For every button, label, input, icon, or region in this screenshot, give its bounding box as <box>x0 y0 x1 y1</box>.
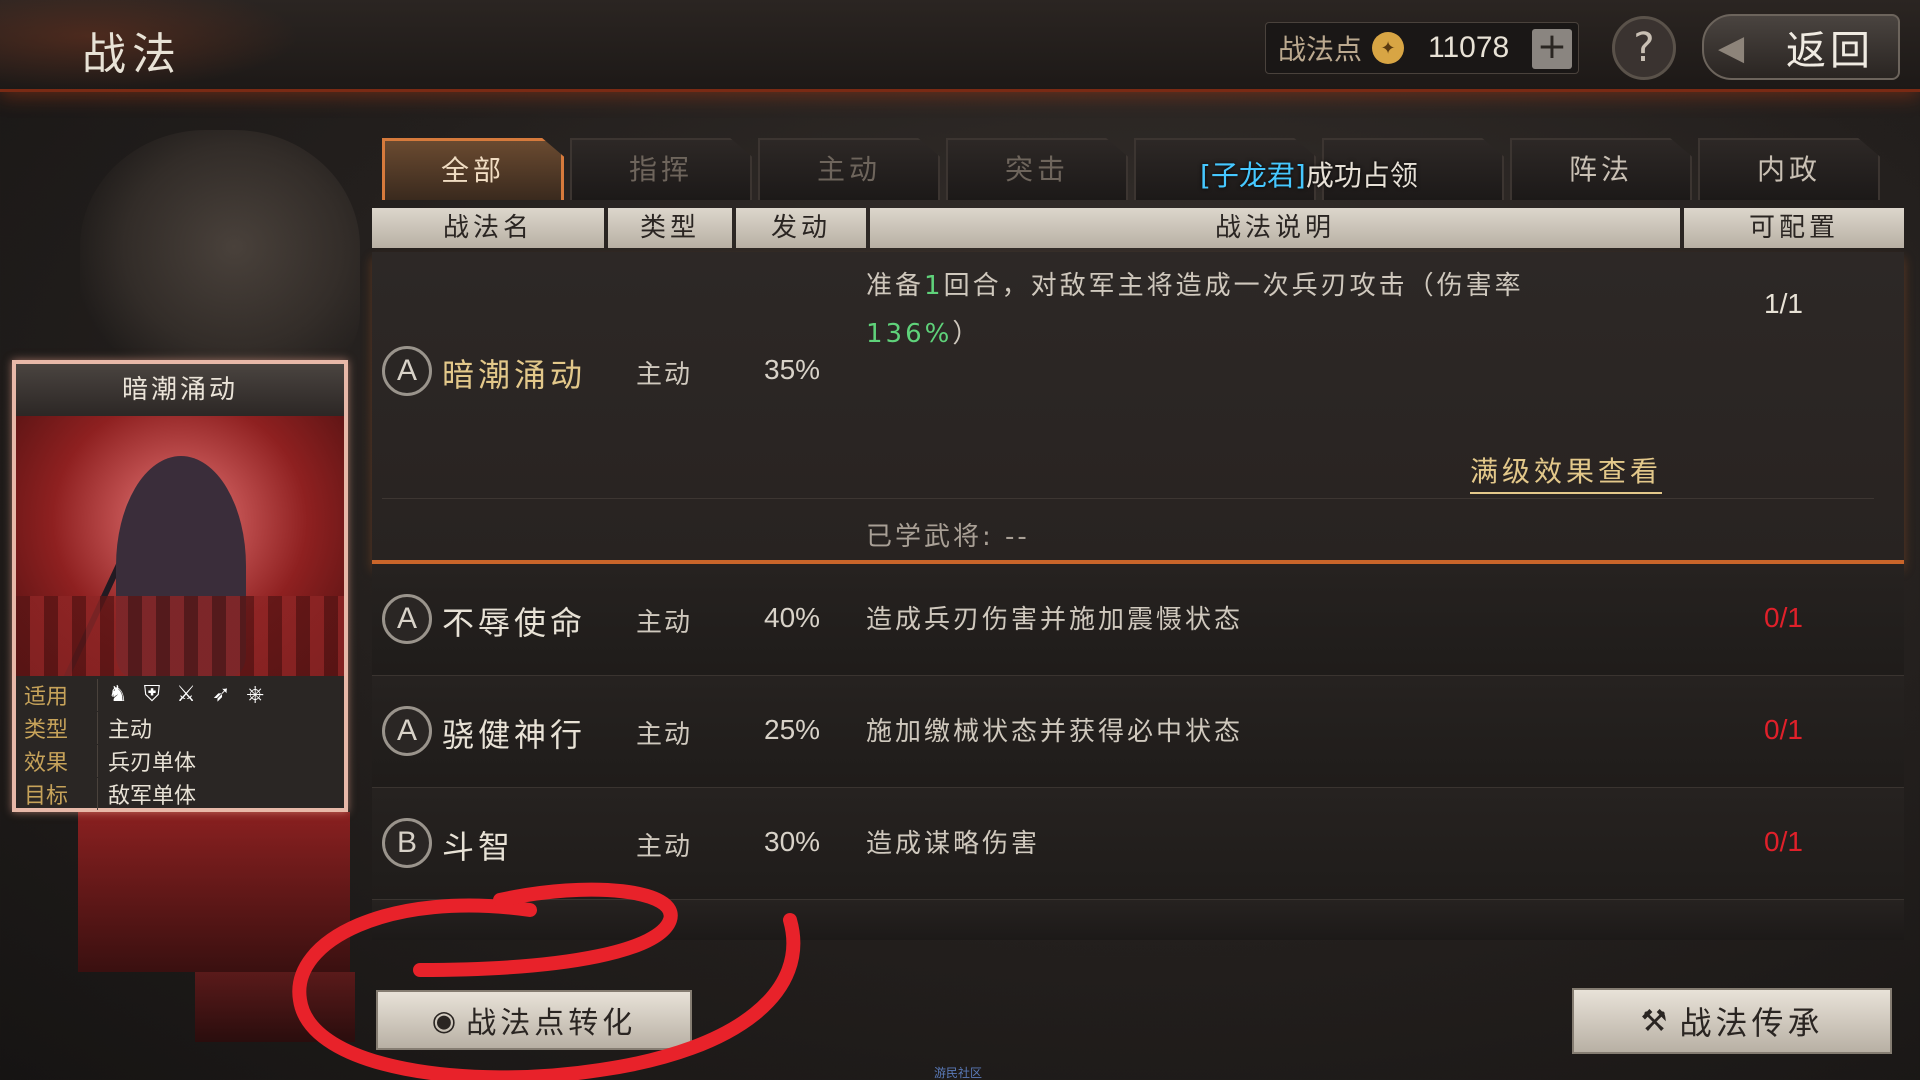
card-stack-back <box>78 812 350 972</box>
tab-governance[interactable]: 内政 <box>1698 138 1880 200</box>
col-type: 类型 <box>608 208 732 248</box>
page-title: 战法 <box>82 29 182 80</box>
skill-type: 主动 <box>636 608 693 638</box>
desc-damage-rate: 136% <box>866 319 953 349</box>
card-artwork <box>16 416 344 676</box>
skill-name: 骁健神行 <box>442 716 587 754</box>
grade-badge: A <box>382 594 432 644</box>
skill-config: 0/1 <box>1764 714 1803 745</box>
card-key: 目标 <box>24 777 98 810</box>
inherit-skill-button[interactable]: ⚒ 战法传承 <box>1572 988 1892 1054</box>
back-arrow-icon: ◀ <box>1718 28 1749 68</box>
tab-all[interactable]: 全部 <box>382 138 564 200</box>
notice-text: 成功占领 <box>1305 159 1418 192</box>
skill-row-selected[interactable]: A 暗潮涌动 主动 35% 准备1回合，对敌军主将造成一次兵刃攻击（伤害率 13… <box>372 252 1904 564</box>
card-row-target: 目标 敌军单体 <box>24 777 336 810</box>
unit-icons: ♞ ⛨ ⚔ ➶ ⎈ <box>98 682 264 707</box>
skill-description: 造成兵刃伤害并施加震慑状态 <box>866 605 1244 635</box>
grade-badge: A <box>382 346 432 396</box>
skill-config: 0/1 <box>1764 602 1803 633</box>
card-stack-back-2 <box>195 972 355 1042</box>
skill-row[interactable]: B 斗智 主动 30% 造成谋略伤害 0/1 <box>372 788 1904 900</box>
col-rate: 发动 <box>736 208 866 248</box>
tab-command[interactable]: 指挥 <box>570 138 752 200</box>
col-name: 战法名 <box>372 208 604 248</box>
back-button[interactable]: ◀ 返回 <box>1702 14 1900 80</box>
help-button[interactable]: ? <box>1612 16 1676 80</box>
skill-row[interactable]: A 不辱使命 主动 40% 造成兵刃伤害并施加震慑状态 0/1 <box>372 564 1904 676</box>
skill-row-partial[interactable] <box>372 900 1904 940</box>
col-config: 可配置 <box>1684 208 1904 248</box>
crossed-swords-icon: ⚔ <box>176 682 196 707</box>
skill-card: 暗潮涌动 适用 ♞ ⛨ ⚔ ➶ ⎈ 类型 主动 效果 兵刃单体 目标 敌军单体 <box>12 360 348 812</box>
card-title: 暗潮涌动 <box>16 364 344 416</box>
tab-assault[interactable]: 突击 <box>946 138 1128 200</box>
skill-description: 准备1回合，对敌军主将造成一次兵刃攻击（伤害率 136%） <box>866 262 1626 358</box>
points-label: 战法点 <box>1278 33 1363 66</box>
category-tabs: 全部 指挥 主动 突击 阵法 内政 <box>382 138 1880 200</box>
card-row-effect: 效果 兵刃单体 <box>24 744 336 777</box>
desc-text: 回合，对敌军主将造成一次兵刃攻击（伤害率 <box>943 271 1524 301</box>
desc-text: 准备 <box>866 271 925 301</box>
desc-text: ） <box>952 319 982 349</box>
tab-formation[interactable]: 阵法 <box>1510 138 1692 200</box>
card-key: 效果 <box>24 744 98 777</box>
points-value: 11078 <box>1428 31 1510 64</box>
watermark: 游民社区 <box>934 1066 983 1080</box>
soldiers-silhouette <box>16 596 344 676</box>
archer-icon: ➶ <box>211 682 231 707</box>
top-bar: 战法 战法点 ✦ 11078 + ? ◀ 返回 <box>0 0 1920 92</box>
skill-type: 主动 <box>636 832 693 862</box>
hammer-icon: ⚒ <box>1640 1003 1672 1039</box>
skill-rate: 25% <box>764 714 821 745</box>
add-points-button[interactable]: + <box>1532 29 1572 69</box>
hero-portrait <box>80 130 360 390</box>
grade-badge: A <box>382 706 432 756</box>
skill-description: 造成谋略伤害 <box>866 829 1041 859</box>
skill-config: 1/1 <box>1764 288 1803 319</box>
convert-points-button[interactable]: ◉ 战法点转化 <box>376 990 692 1050</box>
skill-name: 暗潮涌动 <box>442 356 587 394</box>
tab-active[interactable]: 主动 <box>758 138 940 200</box>
col-desc: 战法说明 <box>870 208 1680 248</box>
shield-icon: ⛨ <box>143 682 161 707</box>
inherit-label: 战法传承 <box>1679 1004 1824 1042</box>
skill-rate: 40% <box>764 602 821 633</box>
skill-rate: 30% <box>764 826 821 857</box>
card-row-apply: 适用 ♞ ⛨ ⚔ ➶ ⎈ <box>24 678 336 711</box>
card-info: 适用 ♞ ⛨ ⚔ ➶ ⎈ 类型 主动 效果 兵刃单体 目标 敌军单体 <box>16 676 344 812</box>
skill-description: 施加缴械状态并获得必中状态 <box>866 717 1244 747</box>
skill-rate: 35% <box>764 354 821 385</box>
card-key: 适用 <box>24 678 98 711</box>
tactic-coin-icon: ✦ <box>1372 32 1405 64</box>
skill-name: 斗智 <box>442 828 515 866</box>
desc-rounds: 1 <box>924 271 944 301</box>
card-value: 兵刃单体 <box>108 750 197 776</box>
divider <box>382 498 1874 499</box>
wheel-icon: ⎈ <box>246 682 265 707</box>
cavalry-icon: ♞ <box>108 682 128 707</box>
column-headers: 战法名 类型 发动 战法说明 可配置 <box>372 208 1904 248</box>
skill-row[interactable]: A 骁健神行 主动 25% 施加缴械状态并获得必中状态 0/1 <box>372 676 1904 788</box>
card-row-type: 类型 主动 <box>24 711 336 744</box>
grade-badge: B <box>382 818 432 868</box>
learned-generals: 已学武将: -- <box>866 522 1030 552</box>
skill-list[interactable]: A 暗潮涌动 主动 35% 准备1回合，对敌军主将造成一次兵刃攻击（伤害率 13… <box>372 252 1904 940</box>
skill-type: 主动 <box>636 360 693 390</box>
card-value: 敌军单体 <box>108 783 197 809</box>
max-level-link[interactable]: 满级效果查看 <box>1470 450 1663 494</box>
skill-config: 0/1 <box>1764 826 1803 857</box>
notice-player: [子龙君] <box>1200 159 1306 192</box>
skill-type: 主动 <box>636 720 693 750</box>
tactic-points-display: 战法点 ✦ 11078 + <box>1265 22 1579 74</box>
back-label: 返回 <box>1786 28 1874 74</box>
convert-label: 战法点转化 <box>466 1006 637 1041</box>
flame-icon: ◉ <box>431 1003 461 1037</box>
card-key: 类型 <box>24 711 98 744</box>
broadcast-notice: [子龙君]成功占领 <box>1200 154 1418 194</box>
card-value: 主动 <box>108 717 153 743</box>
skill-name: 不辱使命 <box>442 604 587 642</box>
